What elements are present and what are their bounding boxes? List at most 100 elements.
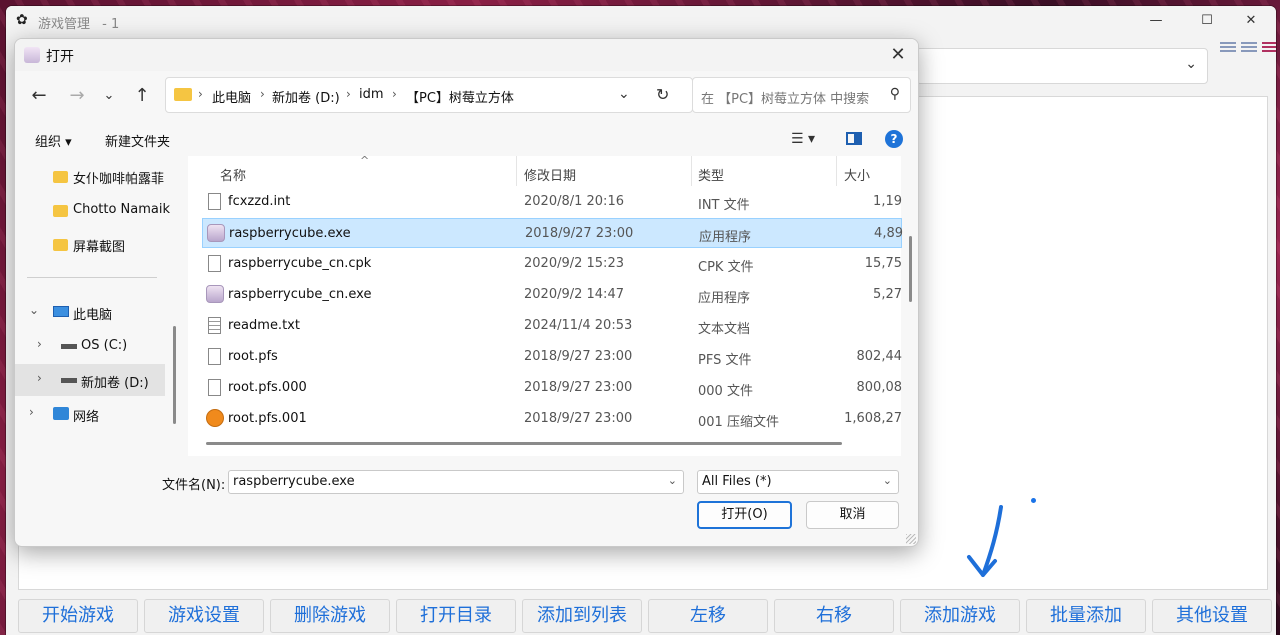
cancel-button[interactable]: 取消 (806, 501, 899, 529)
new-folder-button[interactable]: 新建文件夹 (105, 131, 170, 150)
add-to-list-button[interactable]: 添加到列表 (522, 599, 642, 633)
vertical-scrollbar[interactable] (909, 236, 912, 302)
filetype-value: All Files (*) (702, 474, 772, 489)
navigation-row: ← → ⌄ ↑ › 此电脑 › 新加卷 (D:) › idm › 【PC】树莓立… (15, 77, 918, 117)
open-button[interactable]: 打开(O) (697, 501, 792, 529)
chevron-right-icon[interactable]: › (29, 405, 34, 419)
filename-label: 文件名(N): (162, 478, 226, 493)
file-row-selected[interactable]: raspberrycube.exe 2018/9/27 23:00 应用程序 4… (202, 218, 903, 248)
file-list: ^ 名称 修改日期 类型 大小 fcxzzd.int 2020/8/1 20:1… (188, 154, 903, 456)
column-date[interactable]: 修改日期 (524, 165, 576, 184)
view-options-icon[interactable]: ☰ ▾ (791, 131, 815, 147)
help-icon[interactable]: ? (885, 130, 903, 148)
dialog-app-icon (24, 47, 40, 63)
computer-icon (53, 306, 69, 317)
filename-value[interactable]: raspberrycube.exe (233, 474, 355, 489)
breadcrumb-idm[interactable]: idm (359, 87, 384, 102)
app-title: 游戏管理 - 1 (38, 17, 120, 32)
gear-icon: ✿ (16, 12, 28, 28)
close-button[interactable]: ✕ (1231, 10, 1271, 32)
quick-access-folder[interactable]: Chotto Namaik (15, 194, 170, 226)
file-row[interactable]: root.pfs.001 2018/9/27 23:00 001 压缩文件 1,… (202, 404, 902, 434)
drive-icon (61, 344, 77, 349)
address-bar[interactable]: › 此电脑 › 新加卷 (D:) › idm › 【PC】树莓立方体 ⌄ ↻ (165, 77, 693, 113)
recent-locations-chevron-icon[interactable]: ⌄ (97, 83, 121, 109)
move-left-button[interactable]: 左移 (648, 599, 768, 633)
column-name[interactable]: 名称 (220, 165, 246, 184)
document-icon (208, 193, 221, 210)
exe-icon (207, 224, 225, 242)
document-icon (208, 255, 221, 272)
folder-icon (53, 205, 68, 217)
batch-add-button[interactable]: 批量添加 (1026, 599, 1146, 633)
quick-access-folder[interactable]: 女仆咖啡帕露菲 (15, 160, 165, 192)
navigation-pane: 女仆咖啡帕露菲 Chotto Namaik 屏幕截图 ⌄ 此电脑 › OS (C… (15, 156, 187, 454)
nav-scrollbar[interactable] (173, 326, 176, 424)
breadcrumb-drive-d[interactable]: 新加卷 (D:) (272, 87, 340, 106)
archive-icon (206, 409, 224, 427)
file-row[interactable]: root.pfs.000 2018/9/27 23:00 000 文件 800,… (202, 373, 902, 403)
column-size[interactable]: 大小 (844, 165, 870, 184)
start-game-button[interactable]: 开始游戏 (18, 599, 138, 633)
sort-ascending-icon: ^ (360, 154, 370, 167)
other-settings-button[interactable]: 其他设置 (1152, 599, 1272, 633)
file-row[interactable]: raspberrycube_cn.cpk 2020/9/2 15:23 CPK … (202, 249, 902, 279)
document-icon (208, 348, 221, 365)
file-row[interactable]: readme.txt 2024/11/4 20:53 文本文档 (202, 311, 902, 341)
column-divider[interactable] (836, 156, 837, 186)
chevron-down-icon[interactable]: ⌄ (618, 86, 630, 102)
chevron-down-icon[interactable]: ⌄ (668, 474, 677, 487)
column-type[interactable]: 类型 (698, 165, 724, 184)
dialog-title: 打开 (46, 49, 74, 65)
quick-access-folder[interactable]: 屏幕截图 (15, 228, 165, 260)
preview-pane-icon[interactable] (846, 132, 862, 145)
file-row[interactable]: fcxzzd.int 2020/8/1 20:16 INT 文件 1,19 (202, 187, 902, 217)
drive-icon (61, 378, 77, 383)
organize-menu[interactable]: 组织 ▾ (35, 131, 72, 150)
chevron-down-icon: ⌄ (882, 474, 892, 487)
column-divider[interactable] (691, 156, 692, 186)
game-settings-button[interactable]: 游戏设置 (144, 599, 264, 633)
list-view-icon[interactable] (1220, 42, 1236, 54)
delete-game-button[interactable]: 删除游戏 (270, 599, 390, 633)
document-icon (208, 379, 221, 396)
search-icon: ⚲ (889, 86, 900, 102)
resize-grip-icon[interactable] (906, 534, 916, 544)
grid-view-icon[interactable] (1262, 42, 1276, 54)
folder-icon (53, 171, 68, 183)
back-arrow-icon[interactable]: ← (27, 83, 51, 109)
filetype-select[interactable]: All Files (*) ⌄ (697, 470, 899, 494)
nav-item-this-pc[interactable]: ⌄ 此电脑 (15, 296, 165, 328)
search-input[interactable]: 在 【PC】树莓立方体 中搜索 (701, 88, 869, 107)
folder-icon (53, 239, 68, 251)
file-row[interactable]: root.pfs 2018/9/27 23:00 PFS 文件 802,44 (202, 342, 902, 372)
up-arrow-icon[interactable]: ↑ (130, 83, 154, 109)
game-list-dropdown[interactable]: ⌄ (916, 48, 1208, 84)
filename-field[interactable]: raspberrycube.exe ⌄ (228, 470, 684, 494)
move-right-button[interactable]: 右移 (774, 599, 894, 633)
nav-item-drive-c[interactable]: › OS (C:) (15, 330, 165, 362)
detail-view-icon[interactable] (1241, 42, 1257, 54)
open-directory-button[interactable]: 打开目录 (396, 599, 516, 633)
forward-arrow-icon[interactable]: → (65, 83, 89, 109)
file-row[interactable]: raspberrycube_cn.exe 2020/9/2 14:47 应用程序… (202, 280, 902, 310)
column-divider[interactable] (516, 156, 517, 186)
chevron-down-icon[interactable]: ⌄ (29, 303, 39, 317)
add-game-button[interactable]: 添加游戏 (900, 599, 1020, 633)
dialog-close-button[interactable]: ✕ (884, 41, 912, 69)
nav-item-network[interactable]: › 网络 (15, 398, 165, 430)
horizontal-scrollbar[interactable] (206, 442, 842, 445)
nav-item-drive-d[interactable]: › 新加卷 (D:) (15, 364, 165, 396)
maximize-button[interactable]: ☐ (1187, 10, 1227, 32)
loading-indicator (1031, 498, 1036, 503)
chevron-right-icon[interactable]: › (37, 337, 42, 351)
breadcrumb-this-pc[interactable]: 此电脑 (212, 87, 251, 106)
search-box[interactable]: 在 【PC】树莓立方体 中搜索 ⚲ (692, 77, 911, 113)
folder-icon (174, 88, 192, 101)
chevron-right-icon[interactable]: › (37, 371, 42, 385)
breadcrumb-current-folder[interactable]: 【PC】树莓立方体 (406, 87, 514, 106)
minimize-button[interactable]: — (1136, 10, 1176, 32)
refresh-icon[interactable]: ↻ (656, 85, 669, 104)
dialog-toolbar: 组织 ▾ 新建文件夹 ☰ ▾ ? (15, 123, 918, 155)
app-titlebar: ✿ 游戏管理 - 1 — ☐ ✕ (6, 6, 1276, 36)
